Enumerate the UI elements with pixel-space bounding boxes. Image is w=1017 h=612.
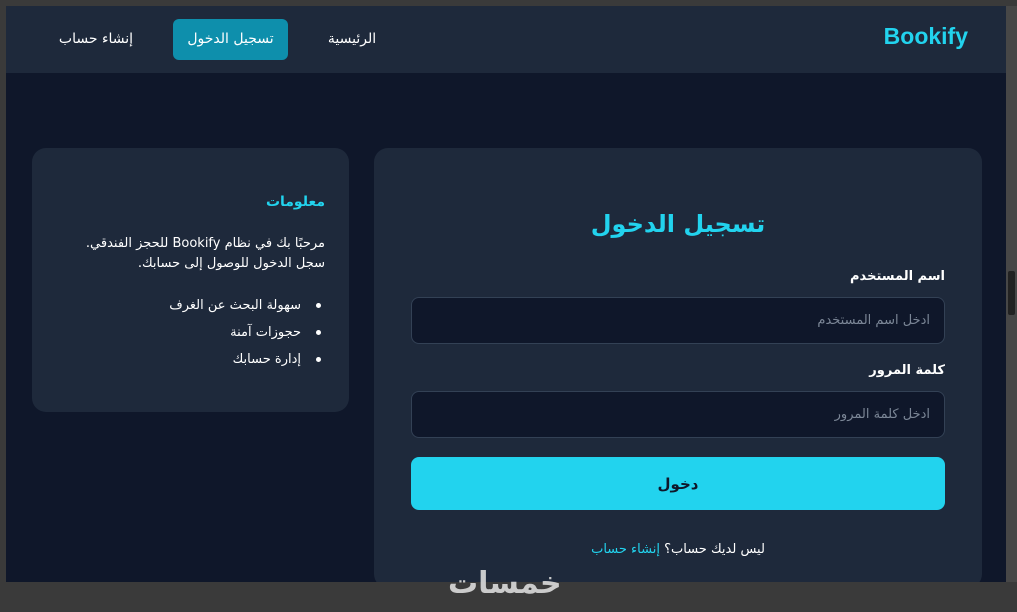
nav-link-login[interactable]: تسجيل الدخول — [173, 19, 288, 60]
password-input[interactable] — [411, 391, 945, 438]
signup-prompt: ليس لديك حساب؟ إنشاء حساب — [374, 542, 982, 557]
list-item-label: حجوزات آمنة — [230, 325, 301, 340]
list-item-label: سهولة البحث عن الغرف — [169, 298, 301, 313]
username-label: اسم المستخدم — [850, 269, 945, 284]
bullet-icon — [316, 303, 321, 308]
nav-link-register[interactable]: إنشاء حساب — [46, 19, 146, 60]
no-account-text: ليس لديك حساب؟ — [664, 542, 765, 557]
list-item-label: إدارة حسابك — [232, 352, 301, 367]
bullet-icon — [316, 330, 321, 335]
navbar: Bookify الرئيسية تسجيل الدخول إنشاء حساب — [6, 6, 1006, 73]
list-item: إدارة حسابك — [55, 346, 325, 373]
login-submit-button[interactable]: دخول — [411, 457, 945, 510]
nav-link-home[interactable]: الرئيسية — [312, 19, 392, 60]
info-text: مرحبًا بك في نظام Bookify للحجز الفندقي.… — [85, 236, 325, 271]
password-label: كلمة المرور — [869, 363, 945, 378]
browser-viewport: Bookify الرئيسية تسجيل الدخول إنشاء حساب… — [6, 6, 1006, 582]
login-title: تسجيل الدخول — [590, 210, 766, 238]
username-input[interactable] — [411, 297, 945, 344]
login-card: تسجيل الدخول اسم المستخدم كلمة المرور دخ… — [374, 148, 982, 582]
list-item: حجوزات آمنة — [55, 319, 325, 346]
signup-link[interactable]: إنشاء حساب — [591, 542, 660, 557]
scrollbar-thumb[interactable] — [1008, 271, 1015, 315]
list-item: سهولة البحث عن الغرف — [55, 292, 325, 319]
brand-logo[interactable]: Bookify — [884, 23, 968, 50]
watermark-logo: خمسات — [448, 566, 562, 601]
bullet-icon — [316, 357, 321, 362]
info-card: معلومات مرحبًا بك في نظام Bookify للحجز … — [32, 148, 349, 412]
vertical-scrollbar[interactable] — [1006, 6, 1017, 582]
info-title: معلومات — [265, 194, 325, 210]
info-list: سهولة البحث عن الغرف حجوزات آمنة إدارة ح… — [55, 292, 325, 373]
